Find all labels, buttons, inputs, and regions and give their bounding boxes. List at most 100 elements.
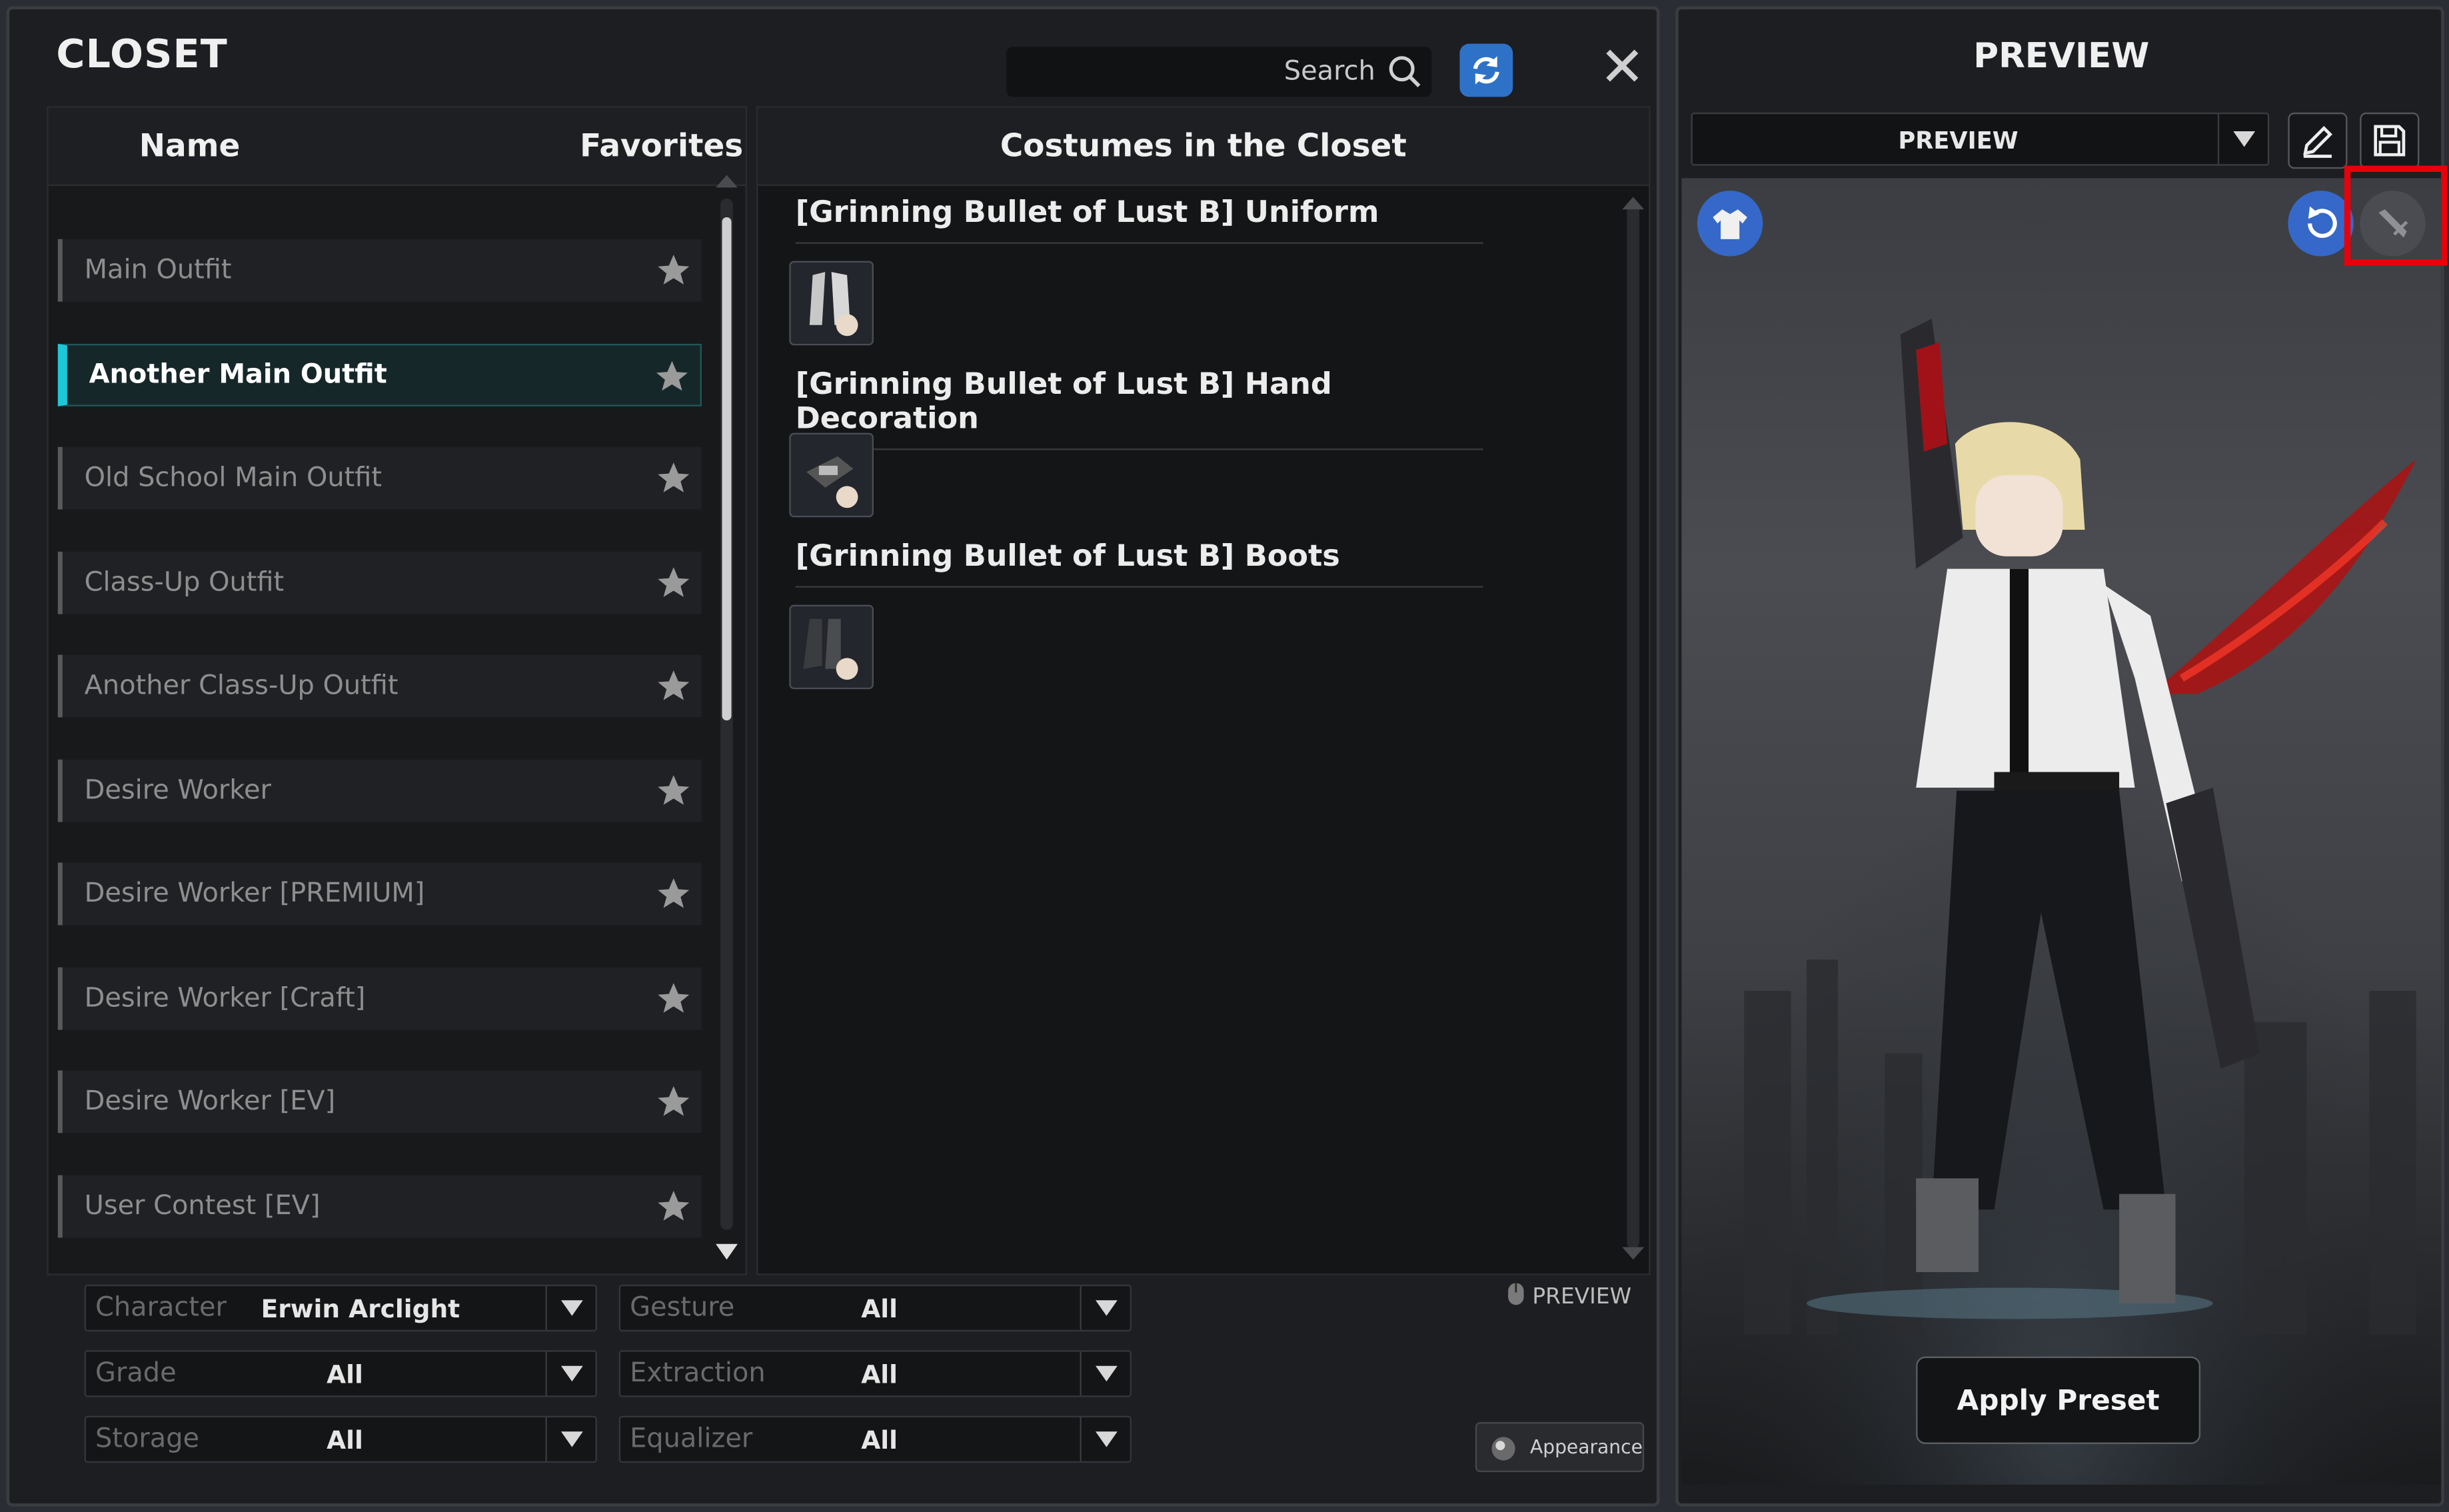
outfit-list-item[interactable]: Main Outfit	[57, 239, 702, 302]
costumes-header: Costumes in the Closet	[758, 107, 1649, 187]
equalizer-filter[interactable]: Equalizer All	[618, 1415, 1132, 1463]
grade-filter-value: All	[327, 1359, 363, 1389]
chevron-down-icon[interactable]	[545, 1351, 595, 1396]
gesture-filter-value: All	[861, 1293, 898, 1324]
outfit-list-item[interactable]: Class-Up Outfit	[57, 550, 702, 614]
highlight-box	[2344, 165, 2448, 266]
closet-window: CLOSET Search Name Favorites Main Outfit…	[6, 6, 1660, 1507]
chevron-down-icon[interactable]	[545, 1286, 595, 1330]
costume-toggle-button[interactable]	[1697, 191, 1763, 257]
outfit-list-item[interactable]: Desire Worker [EV]	[57, 1070, 702, 1134]
costume-title: [Grinning Bullet of Lust B] Hand Decorat…	[795, 367, 1483, 450]
extraction-filter-value: All	[861, 1359, 898, 1389]
outfit-name: Class-Up Outfit	[84, 566, 285, 598]
search-input[interactable]: Search	[1006, 47, 1432, 97]
gesture-filter[interactable]: Gesture All	[618, 1284, 1132, 1332]
scroll-down-icon[interactable]	[714, 1242, 740, 1261]
character-preview-scene[interactable]	[1681, 178, 2442, 1485]
outfit-name: Desire Worker [EV]	[84, 1086, 336, 1118]
favorite-star-icon[interactable]	[655, 459, 692, 496]
boots-icon[interactable]	[789, 604, 874, 690]
storage-filter-label: Storage	[95, 1423, 200, 1455]
favorite-star-icon[interactable]	[655, 1187, 692, 1224]
hand-decoration-icon[interactable]	[789, 432, 874, 518]
preview-toggle[interactable]: PREVIEW	[1507, 1281, 1631, 1309]
preview-title: PREVIEW	[1973, 37, 2150, 77]
chevron-down-icon[interactable]	[545, 1417, 595, 1461]
search-label: Search	[1283, 56, 1375, 88]
outfit-list-item[interactable]: Another Main Outfit	[57, 343, 702, 406]
list-scroll-thumb[interactable]	[722, 217, 732, 721]
name-column-header: Name	[139, 126, 241, 165]
character-filter-value: Erwin Arclight	[261, 1293, 460, 1324]
outfit-list-item[interactable]: Desire Worker [Craft]	[57, 966, 702, 1030]
storage-filter-value: All	[327, 1425, 363, 1455]
extraction-filter[interactable]: Extraction All	[618, 1350, 1132, 1397]
character-model	[1681, 178, 2442, 1485]
equalizer-filter-value: All	[861, 1425, 898, 1455]
favorite-star-icon[interactable]	[655, 563, 692, 600]
outfit-list-item[interactable]: Another Class-Up Outfit	[57, 654, 702, 718]
grade-filter[interactable]: Grade All	[84, 1350, 597, 1397]
closet-title: CLOSET	[56, 31, 228, 77]
favorite-star-icon[interactable]	[655, 252, 692, 289]
outfit-name: Desire Worker [Craft]	[84, 982, 366, 1014]
equalizer-filter-label: Equalizer	[630, 1423, 753, 1455]
outfit-name: Another Main Outfit	[89, 359, 387, 390]
close-button[interactable]	[1594, 37, 1650, 93]
chevron-down-icon[interactable]	[1080, 1286, 1130, 1330]
edit-preset-button[interactable]	[2288, 112, 2348, 169]
pencil-icon	[2303, 125, 2333, 158]
favorite-star-icon[interactable]	[655, 771, 692, 808]
outfit-name: Desire Worker [PREMIUM]	[84, 878, 425, 910]
appearance-label: Appearance	[1529, 1436, 1643, 1459]
mouse-icon	[1508, 1283, 1524, 1305]
outfit-list-item[interactable]: Desire Worker [PREMIUM]	[57, 862, 702, 926]
favorite-star-icon[interactable]	[655, 875, 692, 912]
costumes-header-title: Costumes in the Closet	[1000, 126, 1407, 165]
chevron-down-icon[interactable]	[2217, 114, 2268, 165]
gesture-filter-label: Gesture	[630, 1292, 735, 1324]
costume-title: [Grinning Bullet of Lust B] Boots	[795, 539, 1483, 588]
extraction-filter-label: Extraction	[630, 1357, 766, 1389]
refresh-button[interactable]	[1459, 43, 1513, 97]
search-icon[interactable]	[1388, 55, 1423, 89]
save-icon	[2374, 125, 2406, 157]
preset-dropdown[interactable]: PREVIEW	[1691, 112, 2270, 166]
favorite-star-icon[interactable]	[655, 979, 692, 1016]
apply-preset-button[interactable]: Apply Preset	[1916, 1356, 2201, 1444]
chevron-down-icon[interactable]	[1080, 1351, 1130, 1396]
save-preset-button[interactable]	[2360, 112, 2420, 169]
chevron-down-icon[interactable]	[1080, 1417, 1130, 1461]
preview-window: PREVIEW PREVIEW	[1675, 6, 2444, 1507]
outfit-list-item[interactable]: Old School Main Outfit	[57, 446, 702, 510]
list-header: Name Favorites	[48, 107, 746, 187]
favorite-star-icon[interactable]	[653, 357, 690, 394]
appearance-icon	[1491, 1437, 1515, 1461]
outfit-name: Desire Worker	[84, 774, 271, 806]
uniform-icon[interactable]	[789, 261, 874, 346]
preview-toggle-label: PREVIEW	[1532, 1284, 1632, 1310]
preset-dropdown-value: PREVIEW	[1898, 126, 2019, 155]
costume-scroll-up-icon[interactable]	[1621, 195, 1646, 211]
outfit-name: User Contest [EV]	[84, 1189, 321, 1221]
scroll-up-icon[interactable]	[714, 173, 740, 189]
outfit-list-item[interactable]: Desire Worker	[57, 758, 702, 822]
outfit-name: Another Class-Up Outfit	[84, 670, 399, 702]
rotate-icon	[2308, 206, 2337, 238]
character-filter[interactable]: Character Erwin Arclight	[84, 1284, 597, 1332]
favorites-column-header: Favorites	[580, 126, 744, 165]
costume-title: [Grinning Bullet of Lust B] Uniform	[795, 195, 1483, 244]
outfit-name: Main Outfit	[84, 255, 232, 287]
favorite-star-icon[interactable]	[655, 667, 692, 704]
outfit-list-item[interactable]: User Contest [EV]	[57, 1174, 702, 1237]
costume-scroll-down-icon[interactable]	[1621, 1245, 1646, 1261]
costume-scrollbar[interactable]	[1627, 205, 1640, 1249]
appearance-button[interactable]: Appearance	[1475, 1422, 1645, 1473]
favorite-star-icon[interactable]	[655, 1083, 692, 1120]
refresh-icon	[1473, 56, 1499, 85]
character-filter-label: Character	[95, 1292, 227, 1324]
costume-icon	[1713, 209, 1747, 239]
costumes-panel: Costumes in the Closet [Grinning Bullet …	[756, 106, 1651, 1275]
storage-filter[interactable]: Storage All	[84, 1415, 597, 1463]
